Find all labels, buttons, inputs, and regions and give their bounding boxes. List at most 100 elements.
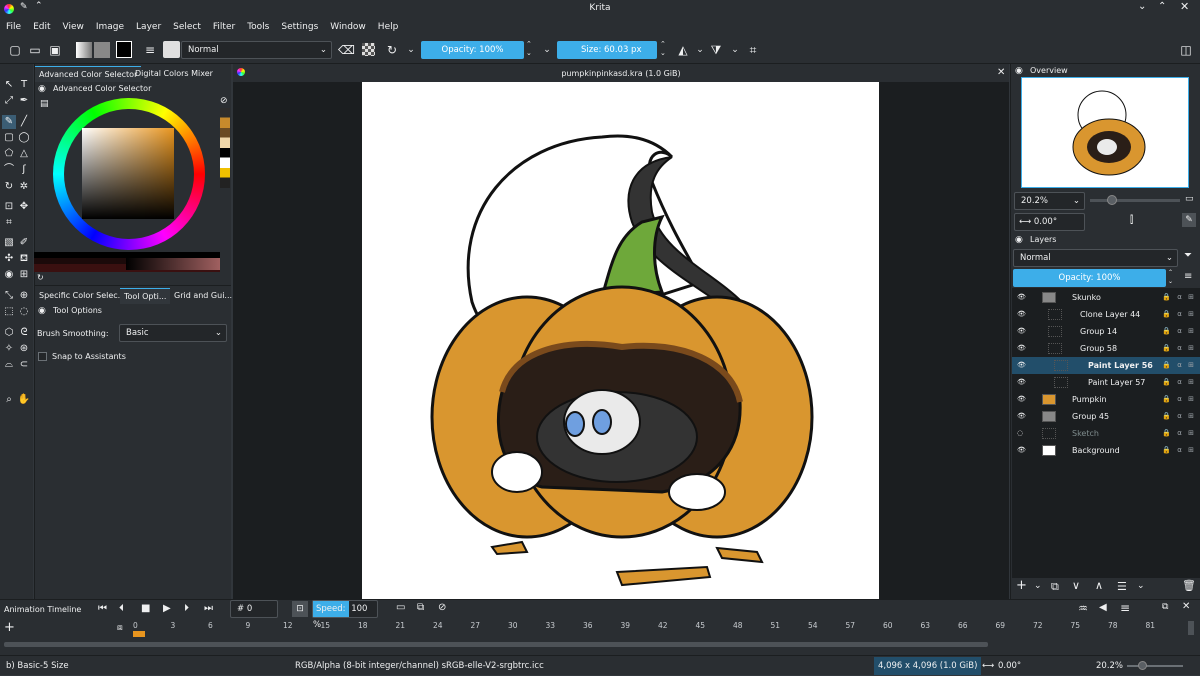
mirror-horizontal-icon[interactable]: ◭ bbox=[675, 42, 691, 58]
layer-property-icons[interactable]: 🔒 α ⊞ bbox=[1162, 357, 1196, 374]
move-layer-up-icon[interactable]: ∧ bbox=[1095, 579, 1103, 592]
open-document-icon[interactable]: ▭ bbox=[27, 42, 43, 58]
polygon-tool-icon[interactable]: ⬠ bbox=[2, 147, 16, 161]
pattern-preset-icon[interactable] bbox=[94, 42, 110, 58]
volume-icon[interactable]: ◀ bbox=[1099, 602, 1107, 613]
rectangle-tool-icon[interactable]: ▢ bbox=[2, 131, 16, 145]
ellipse-select-tool-icon[interactable]: ◌ bbox=[17, 305, 31, 319]
menu-item-help[interactable]: Help bbox=[372, 18, 405, 36]
filter-icon[interactable]: ⏷ bbox=[1184, 250, 1192, 261]
tab-grid-and-guides[interactable]: Grid and Gui... bbox=[170, 288, 236, 304]
crop-icon[interactable]: ⌗ bbox=[745, 42, 761, 58]
alpha-lock-icon[interactable] bbox=[362, 43, 375, 56]
frame-number-field[interactable]: # 0 bbox=[230, 600, 278, 618]
onion-skin-settings-icon[interactable]: ⧉ bbox=[417, 602, 424, 613]
text-tool-icon[interactable]: T bbox=[17, 78, 31, 92]
zoom-tool-icon[interactable]: ⌕ bbox=[2, 393, 16, 407]
bezier-tool-icon[interactable]: ⌒ bbox=[2, 163, 16, 177]
refresh-icon[interactable]: ↻ bbox=[37, 273, 44, 282]
menu-item-tools[interactable]: Tools bbox=[241, 18, 275, 36]
layer-properties-icon[interactable]: ☰ bbox=[1117, 580, 1127, 593]
chevron-down-icon[interactable]: ⌄ bbox=[1034, 581, 1042, 591]
color-history-strip[interactable] bbox=[220, 108, 230, 188]
fill-tool-icon[interactable]: ⛾ bbox=[17, 252, 31, 266]
eraser-icon[interactable]: ⌫ bbox=[338, 42, 355, 58]
timeline-menu-icon[interactable]: ≡ bbox=[1120, 601, 1130, 615]
visibility-eye-icon[interactable]: 👁 bbox=[1017, 374, 1027, 391]
crop-tool-icon[interactable]: ⌗ bbox=[2, 216, 16, 230]
fg-bg-color-icon[interactable] bbox=[116, 41, 132, 58]
menu-item-view[interactable]: View bbox=[57, 18, 90, 36]
visibility-eye-icon[interactable]: 👁 bbox=[1017, 357, 1027, 374]
layer-property-icons[interactable]: 🔒 α ⊞ bbox=[1162, 425, 1196, 442]
layer-property-icons[interactable]: 🔒 α ⊞ bbox=[1162, 408, 1196, 425]
chevron-down-icon[interactable]: ⌄ bbox=[727, 42, 743, 58]
settings-icon[interactable]: ▤ bbox=[40, 99, 49, 109]
brush-preset-icon[interactable] bbox=[163, 41, 180, 58]
zoom-slider-handle[interactable] bbox=[1107, 195, 1117, 205]
move-layer-down-icon[interactable]: ∨ bbox=[1072, 579, 1080, 592]
maximize-icon[interactable]: ⌃ bbox=[1158, 1, 1166, 12]
freehand-brush-tool-icon[interactable]: ✎ bbox=[2, 115, 16, 129]
brush-settings-icon[interactable]: ≡ bbox=[142, 42, 158, 58]
overview-rotation-field[interactable]: ⟷ 0.00° bbox=[1014, 213, 1085, 231]
docker-float-icon[interactable]: ◉ bbox=[1015, 235, 1023, 245]
reference-tool-icon[interactable]: ⊕ bbox=[17, 289, 31, 303]
float-timeline-icon[interactable]: ⧉ bbox=[1162, 602, 1168, 612]
menu-item-select[interactable]: Select bbox=[167, 18, 207, 36]
layer-menu-icon[interactable]: ≡ bbox=[1184, 271, 1192, 282]
visibility-eye-icon[interactable]: 👁 bbox=[1017, 289, 1027, 306]
pointer-tool-icon[interactable]: ↖ bbox=[2, 78, 16, 92]
overview-zoom-slider[interactable] bbox=[1090, 199, 1180, 202]
contiguous-select-tool-icon[interactable]: ✧ bbox=[2, 342, 16, 356]
visibility-eye-icon[interactable]: 👁 bbox=[1017, 442, 1027, 459]
visibility-eye-icon[interactable]: 👁 bbox=[1017, 306, 1027, 323]
chevron-down-icon[interactable]: ⌄ bbox=[1137, 581, 1145, 591]
ellipse-tool-icon[interactable]: ◯ bbox=[17, 131, 31, 145]
assistant-tool-icon[interactable]: ⊞ bbox=[17, 268, 31, 282]
audio-icon[interactable]: ♒ bbox=[1078, 602, 1088, 615]
line-tool-icon[interactable]: ╱ bbox=[17, 115, 31, 129]
calligraphy-tool-icon[interactable]: ✒ bbox=[17, 94, 31, 108]
smart-patch-tool-icon[interactable]: ✣ bbox=[2, 252, 16, 266]
last-frame-icon[interactable]: ⏭ bbox=[204, 603, 213, 614]
blend-mode-select[interactable]: Normal ⌄ bbox=[181, 41, 332, 59]
minimize-icon[interactable]: ⌄ bbox=[1138, 1, 1146, 12]
gradient-preset-icon[interactable] bbox=[76, 42, 92, 58]
next-keyframe-icon[interactable]: ⏵ bbox=[184, 603, 189, 614]
no-color-icon[interactable]: ⊘ bbox=[220, 96, 228, 106]
layer-property-icons[interactable]: 🔒 α ⊞ bbox=[1162, 289, 1196, 306]
docker-float-icon[interactable]: ◉ bbox=[38, 306, 46, 316]
play-icon[interactable]: ▶ bbox=[163, 603, 171, 614]
visibility-eye-icon[interactable]: ◌ bbox=[1017, 425, 1027, 442]
layer-property-icons[interactable]: 🔒 α ⊞ bbox=[1162, 391, 1196, 408]
mirror-vertical-icon[interactable]: ⧩ bbox=[708, 42, 724, 58]
delete-layer-icon[interactable]: 🗑 bbox=[1182, 579, 1196, 592]
polyline-tool-icon[interactable]: △ bbox=[17, 147, 31, 161]
layer-row[interactable]: 👁 Skunko 🔒 α ⊞ bbox=[1012, 289, 1200, 306]
pan-tool-icon[interactable]: ✋ bbox=[17, 393, 31, 407]
docker-float-icon[interactable]: ◉ bbox=[38, 84, 46, 94]
menu-item-edit[interactable]: Edit bbox=[27, 18, 56, 36]
layer-row[interactable]: ◌ Sketch 🔒 α ⊞ bbox=[1012, 425, 1200, 442]
menu-item-file[interactable]: File bbox=[0, 18, 27, 36]
layer-row[interactable]: 👁 Clone Layer 44 🔒 α ⊞ bbox=[1012, 306, 1200, 323]
close-timeline-icon[interactable]: ✕ bbox=[1182, 601, 1190, 612]
artwork-canvas[interactable] bbox=[362, 82, 879, 599]
no-onion-icon[interactable]: ⊘ bbox=[438, 602, 446, 613]
layer-opacity-spin[interactable]: ⌃ ⌄ bbox=[1168, 268, 1173, 286]
layer-row[interactable]: 👁 Paint Layer 57 🔒 α ⊞ bbox=[1012, 374, 1200, 391]
menu-item-settings[interactable]: Settings bbox=[275, 18, 324, 36]
duplicate-layer-icon[interactable]: ⧉ bbox=[1051, 580, 1059, 594]
brush-smoothing-select[interactable]: Basic ⌄ bbox=[119, 324, 227, 342]
tab-advanced-color-selector[interactable]: Advanced Color Selector bbox=[35, 66, 142, 82]
layer-opacity-slider[interactable]: Opacity: 100% bbox=[1013, 269, 1166, 287]
layer-row[interactable]: 👁 Paint Layer 56 🔒 α ⊞ bbox=[1012, 357, 1200, 374]
reload-preset-icon[interactable]: ↻ bbox=[384, 42, 400, 58]
fit-screen-icon[interactable]: ▭ bbox=[1185, 194, 1194, 204]
timeline-scrollbar[interactable] bbox=[4, 642, 988, 647]
status-zoom-handle[interactable] bbox=[1138, 661, 1147, 670]
mirror-view-icon[interactable]: ⫿ bbox=[1130, 215, 1133, 226]
opacity-spin-arrows[interactable]: ⌃ ⌄ bbox=[526, 40, 532, 58]
tab-tool-options[interactable]: Tool Opti... bbox=[120, 288, 171, 304]
